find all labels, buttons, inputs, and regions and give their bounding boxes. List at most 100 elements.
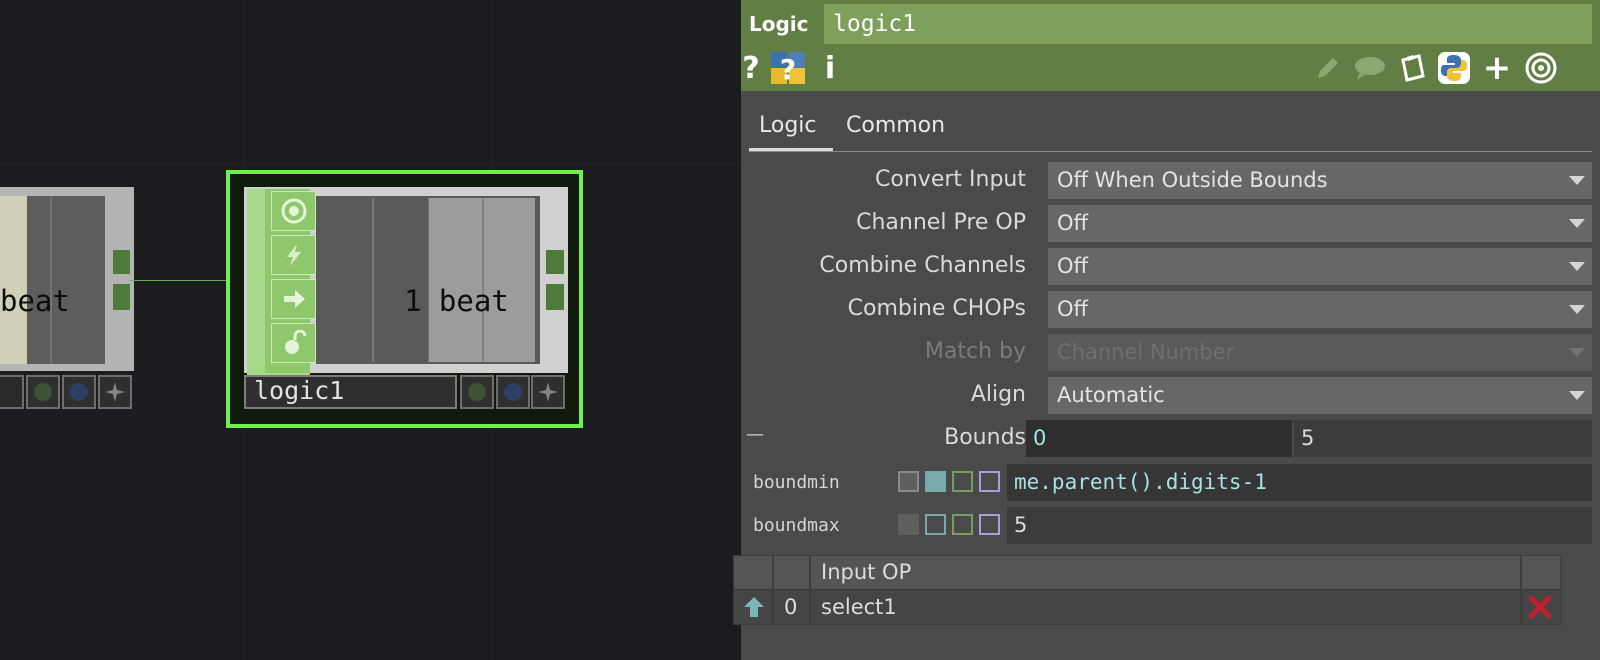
match-by-value: Channel Number <box>1057 340 1235 364</box>
constant-mode-icon[interactable] <box>898 471 919 492</box>
combine-chops-label: Combine CHOPs <box>847 296 1026 321</box>
node-divider <box>50 196 52 364</box>
edit-icon[interactable] <box>1311 50 1345 86</box>
channel-pre-op-menu[interactable]: Off <box>1048 205 1592 242</box>
output-connector[interactable] <box>546 284 564 310</box>
align-label: Align <box>970 382 1026 407</box>
chevron-down-icon <box>1569 219 1585 228</box>
export-mode-icon[interactable] <box>952 471 973 492</box>
bypass-flag[interactable] <box>0 375 24 409</box>
boundmax-value-field[interactable]: 5 <box>1007 507 1592 544</box>
viewer-star-icon <box>538 382 558 402</box>
table-header-cell <box>773 555 810 590</box>
display-dot-icon <box>504 383 522 401</box>
match-by-label: Match by <box>924 339 1026 364</box>
display-flag[interactable] <box>496 375 530 409</box>
render-dot-icon <box>468 383 486 401</box>
grid-line <box>0 163 741 164</box>
table-header-cell <box>810 555 1521 590</box>
bind-mode-icon[interactable] <box>979 471 1000 492</box>
bounds-max-field[interactable]: 5 <box>1294 420 1592 457</box>
bounds-label: Bounds <box>944 425 1026 450</box>
constant-mode-icon[interactable] <box>898 514 919 535</box>
bind-mode-icon[interactable] <box>979 514 1000 535</box>
table-header-cell <box>1521 555 1561 590</box>
channel-pre-op-label: Channel Pre OP <box>856 210 1026 235</box>
arrow-button[interactable] <box>271 279 316 319</box>
help-icon[interactable]: ? <box>734 50 768 86</box>
node-divider <box>482 198 484 362</box>
lock-open-icon <box>284 330 306 354</box>
combine-channels-menu[interactable]: Off <box>1048 248 1592 285</box>
viewer-star-icon <box>105 382 125 402</box>
input-op-header: Input OP <box>821 560 912 584</box>
bounds-min-field[interactable]: 0 <box>1026 420 1292 457</box>
table-cell-op[interactable] <box>810 590 1521 625</box>
table-header-cell <box>733 555 773 590</box>
clipboard-icon[interactable] <box>1393 50 1429 86</box>
match-by-menu: Channel Number <box>1048 334 1592 371</box>
display-dot-icon <box>70 383 88 401</box>
lock-button[interactable] <box>271 323 316 363</box>
output-connector[interactable] <box>546 250 564 274</box>
align-value: Automatic <box>1057 383 1165 407</box>
arrow-right-icon <box>283 290 305 308</box>
op-type-label: Logic <box>749 12 809 36</box>
input-connector[interactable] <box>247 262 265 294</box>
viewer-flag[interactable] <box>531 375 565 409</box>
combine-channels-label: Combine Channels <box>819 253 1026 278</box>
panel-header: Logic logic1 ? ? i + <box>741 0 1600 91</box>
output-connector[interactable] <box>113 284 130 310</box>
chevron-down-icon <box>1569 262 1585 271</box>
channel-pre-op-value: Off <box>1057 211 1088 235</box>
tab-logic[interactable]: Logic <box>759 113 817 138</box>
node-viewer-text: 1 beat <box>404 284 509 318</box>
op-name-field[interactable]: logic1 <box>824 4 1592 44</box>
align-menu[interactable]: Automatic <box>1048 377 1592 414</box>
expression-mode-icon[interactable] <box>925 514 946 535</box>
convert-input-label: Convert Input <box>875 167 1026 192</box>
tab-common[interactable]: Common <box>846 113 945 138</box>
lightning-button[interactable] <box>271 235 316 275</box>
add-icon[interactable]: + <box>1481 48 1513 88</box>
chevron-down-icon <box>1569 176 1585 185</box>
node-divider <box>428 198 429 362</box>
display-flag[interactable] <box>62 375 96 409</box>
chevron-down-icon <box>1569 391 1585 400</box>
boundmin-expression-field[interactable]: me.parent().digits-1 <box>1007 464 1592 501</box>
network-editor[interactable]: beat 1 beat logic1 <box>0 0 741 660</box>
node-name-label[interactable]: logic1 <box>244 375 457 409</box>
render-flag[interactable] <box>460 375 494 409</box>
delete-icon[interactable] <box>1527 594 1553 620</box>
python-help-icon[interactable]: ? <box>769 50 807 86</box>
combine-chops-value: Off <box>1057 297 1088 321</box>
input-op-value: select1 <box>821 595 897 619</box>
chevron-down-icon <box>1569 348 1585 357</box>
tab-divider <box>749 151 1592 152</box>
move-up-icon[interactable] <box>741 594 767 620</box>
combine-channels-value: Off <box>1057 254 1088 278</box>
combine-chops-menu[interactable]: Off <box>1048 291 1592 328</box>
target-icon[interactable] <box>1521 50 1561 86</box>
target-circle-icon <box>281 198 306 224</box>
boundmax-label: boundmax <box>753 515 840 536</box>
parameter-panel: Logic logic1 ? ? i + Logic Common Conver… <box>733 0 1600 660</box>
chevron-down-icon <box>1569 305 1585 314</box>
cook-button[interactable] <box>271 191 316 231</box>
row-index: 0 <box>784 595 798 619</box>
info-icon[interactable]: i <box>817 50 843 86</box>
render-dot-icon <box>34 383 52 401</box>
boundmin-label: boundmin <box>753 472 840 493</box>
python-icon[interactable] <box>1435 50 1473 86</box>
render-flag[interactable] <box>26 375 60 409</box>
comment-icon[interactable] <box>1351 50 1389 86</box>
expression-mode-icon[interactable] <box>925 471 946 492</box>
node-viewer-column <box>27 196 105 364</box>
svg-text:?: ? <box>780 53 796 85</box>
output-connector[interactable] <box>113 250 130 274</box>
viewer-flag[interactable] <box>98 375 132 409</box>
node-viewer-text: beat <box>0 284 70 318</box>
export-mode-icon[interactable] <box>952 514 973 535</box>
convert-input-menu[interactable]: Off When Outside Bounds <box>1048 162 1592 199</box>
node-divider <box>372 198 374 362</box>
